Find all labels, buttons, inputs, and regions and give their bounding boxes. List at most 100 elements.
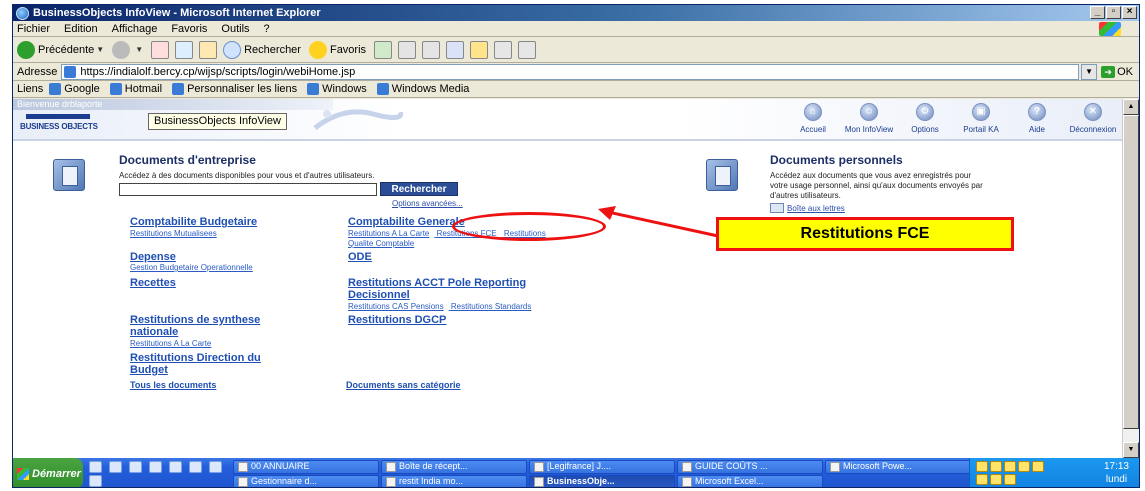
- scroll-up-icon[interactable]: ▲: [1123, 99, 1139, 115]
- nav-accueil[interactable]: ⌂ Accueil: [785, 103, 841, 134]
- nav-aide[interactable]: ? Aide: [1009, 103, 1065, 134]
- task-businessobjects[interactable]: BusinessObje...: [529, 474, 675, 487]
- advanced-options-link[interactable]: Options avancées...: [392, 199, 463, 208]
- go-button[interactable]: ➔ OK: [1101, 65, 1133, 78]
- nav-deconnexion[interactable]: ✕ Déconnexion: [1065, 103, 1121, 134]
- vertical-scrollbar[interactable]: ▲ ▼: [1122, 99, 1139, 458]
- start-button[interactable]: Démarrer: [13, 458, 83, 487]
- category-comptabilite-generale[interactable]: Comptabilite Generale: [348, 216, 465, 228]
- print-icon[interactable]: [422, 40, 441, 59]
- history-icon[interactable]: [374, 40, 393, 59]
- sub-restitutions-cas-pensions[interactable]: Restitutions CAS Pensions: [348, 302, 444, 311]
- ie-quick-icon[interactable]: [89, 460, 102, 473]
- page-icon: [64, 65, 77, 78]
- links-bar: Liens Google Hotmail Personnaliser les l…: [13, 81, 1139, 98]
- nav-portail-ka[interactable]: ▣ Portail KA: [953, 103, 1009, 134]
- minimize-button[interactable]: _: [1090, 6, 1105, 19]
- task-restit-india[interactable]: restit India mo...: [381, 474, 527, 487]
- category-comptabilite-budgetaire[interactable]: Comptabilite Budgetaire: [130, 216, 257, 228]
- callout-arrow: [598, 206, 719, 238]
- favorites-button[interactable]: Favoris: [308, 40, 366, 59]
- word-icon[interactable]: [446, 40, 465, 59]
- sub-restitutions-a-la-carte-2[interactable]: Restitutions A La Carte: [130, 339, 216, 348]
- tray-icon[interactable]: [990, 474, 1002, 485]
- category-restitutions-dgcp[interactable]: Restitutions DGCP: [348, 314, 446, 326]
- outlook-quick-icon[interactable]: [109, 460, 122, 473]
- scroll-down-icon[interactable]: ▼: [1123, 442, 1139, 458]
- windows-logo-icon: [1099, 22, 1121, 36]
- close-button[interactable]: ×: [1122, 6, 1137, 19]
- menu-help[interactable]: ?: [264, 23, 270, 35]
- mailbox-icon: [770, 203, 784, 213]
- search-button[interactable]: Rechercher: [380, 182, 458, 196]
- address-dropdown-icon[interactable]: ▼: [1081, 63, 1098, 80]
- tray-icon[interactable]: [976, 474, 988, 485]
- word-icon: [682, 461, 692, 472]
- menu-fichier[interactable]: Fichier: [17, 23, 50, 35]
- search-input[interactable]: [119, 183, 377, 196]
- task-excel[interactable]: Microsoft Excel...: [677, 474, 823, 487]
- category-restitutions-direction-budget[interactable]: Restitutions Direction du Budget: [130, 352, 261, 376]
- tray-icon[interactable]: [1032, 461, 1044, 472]
- messenger-icon[interactable]: [518, 40, 537, 59]
- media-quick-icon[interactable]: [89, 474, 102, 487]
- address-input[interactable]: https://indialolf.bercy.cp/wijsp/scripts…: [61, 63, 1080, 80]
- task-annuaire[interactable]: 00 ANNUAIRE: [233, 459, 379, 474]
- stop-icon[interactable]: [151, 40, 170, 59]
- explorer-quick-icon[interactable]: [129, 460, 142, 473]
- category-restitutions-acct[interactable]: Restitutions ACCT Pole Reporting Decision…: [348, 277, 526, 301]
- menu-affichage[interactable]: Affichage: [112, 23, 158, 35]
- search-button[interactable]: Rechercher: [223, 40, 301, 59]
- category-ode[interactable]: ODE: [348, 251, 372, 263]
- task-powerpoint[interactable]: Microsoft Powe...: [825, 459, 971, 474]
- mail-icon[interactable]: [398, 40, 417, 59]
- task-gestionnaire[interactable]: Gestionnaire d...: [233, 474, 379, 487]
- menu-edition[interactable]: Edition: [64, 23, 98, 35]
- sub-restitutions-standards[interactable]: Restitutions Standards: [451, 302, 532, 311]
- menu-bar: Fichier Edition Affichage Favoris Outils…: [13, 21, 1139, 37]
- menu-outils[interactable]: Outils: [221, 23, 249, 35]
- tray-icon[interactable]: [1004, 474, 1016, 485]
- tray-icon[interactable]: [1004, 461, 1016, 472]
- link-windows[interactable]: Windows: [307, 83, 367, 95]
- home-icon[interactable]: [199, 40, 218, 59]
- maximize-button[interactable]: ▫: [1106, 6, 1121, 19]
- task-legifrance[interactable]: [Legifrance] J....: [529, 459, 675, 474]
- link-personnaliser[interactable]: Personnaliser les liens: [172, 83, 297, 95]
- nav-mon-infoview[interactable]: ☺ Mon InfoView: [841, 103, 897, 134]
- category-depense[interactable]: Depense: [130, 251, 176, 263]
- inbox-link[interactable]: Boîte aux lettres: [770, 203, 845, 213]
- forward-button[interactable]: ▼: [112, 40, 143, 59]
- sub-qualite-comptable[interactable]: Qualite Comptable: [348, 239, 419, 248]
- tray-icon[interactable]: [976, 461, 988, 472]
- category-restitutions-synthese[interactable]: Restitutions de synthese nationale: [130, 314, 260, 338]
- scroll-thumb[interactable]: [1123, 115, 1139, 429]
- link-google[interactable]: Google: [49, 83, 100, 95]
- user-icon: ☺: [860, 103, 878, 121]
- sub-restitutions-a-la-carte[interactable]: Restitutions A La Carte: [348, 229, 429, 238]
- task-boite-reception[interactable]: Boîte de récept...: [381, 459, 527, 474]
- nav-options[interactable]: ⚙ Options: [897, 103, 953, 134]
- excel-quick-icon[interactable]: [169, 460, 182, 473]
- sub-restitutions-mutualisees[interactable]: Restitutions Mutualisees: [130, 229, 222, 238]
- word-quick-icon[interactable]: [209, 460, 222, 473]
- tray-icon[interactable]: [1018, 461, 1030, 472]
- refresh-icon[interactable]: [175, 40, 194, 59]
- sub-gestion-budgetaire[interactable]: Gestion Budgetaire Operationnelle: [130, 263, 258, 272]
- uncategorized-documents-link[interactable]: Documents sans catégorie: [346, 380, 461, 390]
- task-guide-couts[interactable]: GUIDE COÛTS ...: [677, 459, 823, 474]
- research-icon[interactable]: [494, 40, 513, 59]
- menu-favoris[interactable]: Favoris: [171, 23, 207, 35]
- desktop-quick-icon[interactable]: [149, 460, 162, 473]
- tray-icon[interactable]: [990, 461, 1002, 472]
- link-hotmail[interactable]: Hotmail: [109, 83, 162, 95]
- category-recettes[interactable]: Recettes: [130, 277, 176, 289]
- clock[interactable]: 17:13 lundi: [1104, 460, 1129, 486]
- folder-icon[interactable]: [470, 40, 489, 59]
- link-windows-media[interactable]: Windows Media: [376, 83, 469, 95]
- all-documents-link[interactable]: Tous les documents: [130, 380, 216, 390]
- ppt-quick-icon[interactable]: [189, 460, 202, 473]
- back-button[interactable]: Précédente ▼: [17, 40, 104, 59]
- personal-desc: Accédez aux documents que vous avez enre…: [770, 171, 983, 200]
- logout-icon: ✕: [1084, 103, 1102, 121]
